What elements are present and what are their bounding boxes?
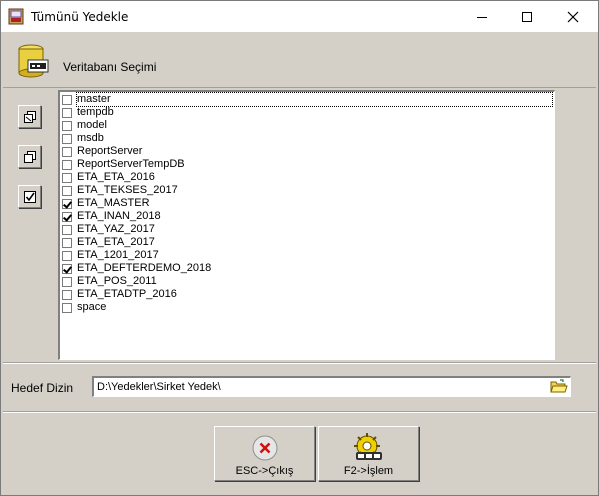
database-name: ETA_INAN_2018	[77, 210, 161, 222]
header-panel: Veritabanı Seçimi	[3, 33, 596, 88]
database-list-item[interactable]: tempdb	[62, 106, 552, 119]
check-icon	[23, 190, 36, 203]
database-icon	[18, 44, 49, 78]
target-dir-value: D:\Yedekler\Sirket Yedek\	[97, 381, 221, 393]
window-title: Tümünü Yedekle	[31, 10, 129, 24]
database-list-item[interactable]: ETA_INAN_2018	[62, 210, 552, 223]
exit-button[interactable]: ESC->Çıkış	[214, 426, 315, 481]
database-name: ETA_ETA_2017	[77, 236, 155, 248]
database-checkbox[interactable]	[62, 94, 72, 105]
database-list-item[interactable]: msdb	[62, 132, 552, 145]
divider	[3, 411, 596, 413]
divider	[3, 362, 596, 364]
database-checkbox[interactable]	[62, 198, 72, 209]
database-name: ETA_ETA_2016	[77, 171, 155, 183]
cancel-icon	[252, 435, 278, 461]
database-checkbox[interactable]	[62, 289, 72, 300]
database-name: ReportServer	[77, 145, 143, 157]
select-all-icon	[23, 110, 36, 123]
target-dir-input[interactable]: D:\Yedekler\Sirket Yedek\	[92, 376, 571, 397]
deselect-all-button[interactable]	[18, 145, 41, 168]
database-name: ETA_MASTER	[77, 197, 150, 209]
database-checkbox[interactable]	[62, 172, 72, 183]
database-list-item[interactable]: ETA_MASTER	[62, 197, 552, 210]
database-list-item[interactable]: ETA_ETA_2017	[62, 236, 552, 249]
database-checkbox[interactable]	[62, 237, 72, 248]
close-button[interactable]	[550, 1, 596, 32]
deselect-all-icon	[23, 150, 36, 163]
database-checkbox[interactable]	[62, 302, 72, 313]
database-name: ETA_TEKSES_2017	[77, 184, 178, 196]
database-name: space	[77, 301, 107, 313]
process-button-label: F2->İşlem	[343, 465, 394, 477]
exit-button-label: ESC->Çıkış	[235, 465, 294, 477]
database-checkbox[interactable]	[62, 263, 72, 274]
select-all-button[interactable]	[18, 105, 41, 128]
close-icon	[567, 11, 579, 22]
gear-icon	[354, 433, 382, 460]
database-name: ReportServerTempDB	[77, 158, 185, 170]
database-list-item[interactable]: ReportServer	[62, 145, 552, 158]
database-name: ETA_1201_2017	[77, 249, 159, 261]
database-checkbox[interactable]	[62, 211, 72, 222]
title-bar: Tümünü Yedekle	[1, 1, 598, 32]
database-name: ETA_POS_2011	[77, 275, 157, 287]
database-list[interactable]: master tempdb model msdb ReportServer ReportS…	[58, 90, 555, 360]
database-list-item[interactable]: ETA_1201_2017	[62, 249, 552, 262]
maximize-button[interactable]	[504, 1, 550, 32]
database-checkbox[interactable]	[62, 107, 72, 118]
database-list-item[interactable]: ETA_ETADTP_2016	[62, 288, 552, 301]
database-list-item[interactable]: ETA_ETA_2016	[62, 171, 552, 184]
database-checkbox[interactable]	[62, 224, 72, 235]
database-list-item[interactable]: ReportServerTempDB	[62, 158, 552, 171]
database-checkbox[interactable]	[62, 146, 72, 157]
database-checkbox[interactable]	[62, 185, 72, 196]
database-checkbox[interactable]	[62, 120, 72, 131]
database-name: msdb	[77, 132, 104, 144]
database-name: model	[77, 119, 107, 131]
database-name: ETA_DEFTERDEMO_2018	[77, 262, 212, 274]
process-button[interactable]: F2->İşlem	[318, 426, 419, 481]
minimize-icon	[477, 16, 487, 18]
backup-window: Tümünü Yedekle Veritabanı Seçimi master …	[0, 0, 599, 496]
database-list-item[interactable]: ETA_POS_2011	[62, 275, 552, 288]
database-list-item[interactable]: ETA_TEKSES_2017	[62, 184, 552, 197]
database-list-item[interactable]: model	[62, 119, 552, 132]
database-checkbox[interactable]	[62, 276, 72, 287]
target-dir-label: Hedef Dizin	[11, 381, 74, 395]
database-checkbox[interactable]	[62, 159, 72, 170]
database-checkbox[interactable]	[62, 250, 72, 261]
minimize-button[interactable]	[459, 1, 505, 32]
database-list-item[interactable]: ETA_DEFTERDEMO_2018	[62, 262, 552, 275]
folder-open-icon[interactable]	[550, 379, 568, 394]
database-name: tempdb	[77, 106, 114, 118]
database-name: master	[76, 92, 553, 107]
maximize-icon	[522, 11, 532, 22]
check-selected-button[interactable]	[18, 185, 41, 208]
database-name: ETA_ETADTP_2016	[77, 288, 177, 300]
database-name: ETA_YAZ_2017	[77, 223, 155, 235]
database-list-item[interactable]: space	[62, 301, 552, 314]
database-checkbox[interactable]	[62, 133, 72, 144]
database-list-item[interactable]: ETA_YAZ_2017	[62, 223, 552, 236]
header-label: Veritabanı Seçimi	[63, 60, 157, 74]
app-icon	[8, 8, 24, 25]
database-list-item[interactable]: master	[62, 92, 553, 107]
